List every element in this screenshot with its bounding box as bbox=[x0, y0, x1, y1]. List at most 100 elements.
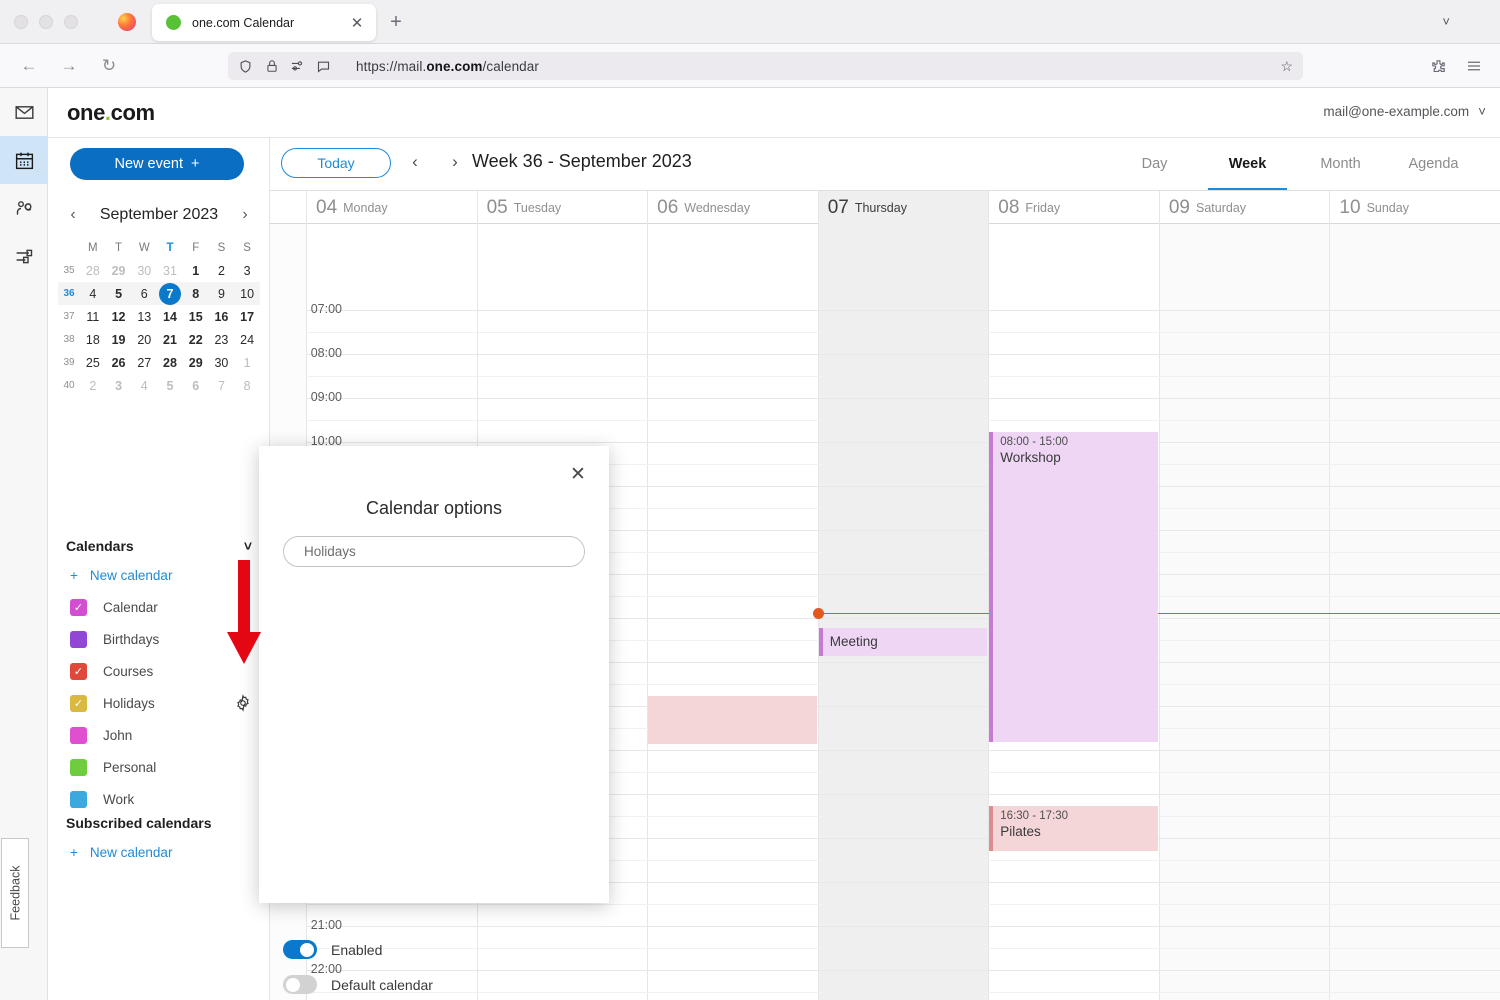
mini-calendar-day[interactable]: 8 bbox=[234, 374, 260, 397]
holidays-settings-gear[interactable] bbox=[234, 694, 252, 717]
mini-calendar-grid[interactable]: MTWTFSS352829303112336456789103711121314… bbox=[58, 236, 260, 397]
mini-calendar-day[interactable]: 9 bbox=[209, 282, 235, 305]
calendar-checkbox-birthdays[interactable] bbox=[70, 631, 87, 648]
day-column-thursday[interactable] bbox=[818, 224, 989, 1000]
mini-calendar-day[interactable]: 26 bbox=[106, 351, 132, 374]
feedback-tab[interactable]: Feedback bbox=[1, 838, 29, 948]
mini-calendar-day[interactable]: 30 bbox=[209, 351, 235, 374]
mini-calendar-day[interactable]: 4 bbox=[80, 282, 106, 305]
contacts-icon[interactable] bbox=[0, 184, 48, 232]
chevron-down-icon[interactable]: ˅ bbox=[1442, 14, 1450, 29]
mini-calendar-day[interactable]: 16 bbox=[209, 305, 235, 328]
reader-view-icon[interactable] bbox=[315, 58, 332, 75]
day-header-tuesday[interactable]: 05Tuesday bbox=[477, 191, 648, 224]
mini-calendar-day[interactable]: 2 bbox=[80, 374, 106, 397]
permissions-icon[interactable] bbox=[289, 58, 306, 75]
mini-calendar-day[interactable]: 4 bbox=[131, 374, 157, 397]
previous-week-icon[interactable]: ‹ bbox=[402, 149, 428, 175]
mini-calendar-day[interactable]: 22 bbox=[183, 328, 209, 351]
calendar-checkbox-holidays[interactable]: ✓ bbox=[70, 695, 87, 712]
calendar-icon[interactable] bbox=[0, 136, 48, 184]
day-header-monday[interactable]: 04Monday bbox=[306, 191, 477, 224]
calendar-checkbox-courses[interactable]: ✓ bbox=[70, 663, 87, 680]
view-tab-agenda[interactable]: Agenda bbox=[1387, 138, 1480, 190]
mini-calendar-day[interactable]: 6 bbox=[131, 282, 157, 305]
default-calendar-toggle[interactable] bbox=[283, 975, 317, 994]
close-icon[interactable]: ✕ bbox=[346, 12, 368, 34]
mini-calendar-day[interactable]: 27 bbox=[131, 351, 157, 374]
calendars-heading-row[interactable]: Calendars ˅ bbox=[48, 533, 270, 559]
address-bar[interactable]: https://mail.one.com/calendar ☆ bbox=[228, 52, 1303, 80]
day-header-saturday[interactable]: 09Saturday bbox=[1159, 191, 1330, 224]
calendar-list-item[interactable]: Personal bbox=[48, 751, 270, 783]
mini-calendar-day[interactable]: 25 bbox=[80, 351, 106, 374]
day-header-sunday[interactable]: 10Sunday bbox=[1329, 191, 1500, 224]
maximize-window-button[interactable] bbox=[64, 15, 78, 29]
calendar-list-item[interactable]: ✓Holidays bbox=[48, 687, 270, 719]
calendar-event[interactable]: 08:00 - 15:00Workshop bbox=[989, 432, 1158, 742]
calendar-name-input[interactable] bbox=[283, 536, 585, 567]
account-menu[interactable]: mail@one-example.com ˅ bbox=[1323, 104, 1486, 119]
puzzle-piece-icon[interactable] bbox=[1424, 52, 1452, 80]
day-header-wednesday[interactable]: 06Wednesday bbox=[647, 191, 818, 224]
view-tab-week[interactable]: Week bbox=[1201, 138, 1294, 190]
day-header-friday[interactable]: 08Friday bbox=[988, 191, 1159, 224]
mini-calendar-day[interactable]: 28 bbox=[80, 259, 106, 282]
mini-calendar-day[interactable]: 7 bbox=[157, 282, 183, 305]
mini-calendar-day[interactable]: 6 bbox=[183, 374, 209, 397]
prev-month-icon[interactable]: ‹ bbox=[62, 206, 84, 224]
close-icon[interactable]: ✕ bbox=[567, 463, 589, 485]
today-button[interactable]: Today bbox=[281, 148, 391, 178]
hamburger-menu-icon[interactable] bbox=[1460, 52, 1488, 80]
mini-calendar-day[interactable]: 24 bbox=[234, 328, 260, 351]
view-tab-day[interactable]: Day bbox=[1108, 138, 1201, 190]
minimize-window-button[interactable] bbox=[39, 15, 53, 29]
mini-calendar-day[interactable]: 8 bbox=[183, 282, 209, 305]
mini-calendar-day[interactable]: 29 bbox=[106, 259, 132, 282]
calendar-event[interactable]: Meeting bbox=[819, 628, 988, 656]
forward-arrow-icon[interactable]: → bbox=[54, 51, 84, 81]
reload-icon[interactable]: ↻ bbox=[94, 51, 124, 81]
settings-icon[interactable] bbox=[0, 232, 48, 280]
default-calendar-toggle-row[interactable]: Default calendar bbox=[283, 975, 433, 994]
mini-calendar-day[interactable]: 15 bbox=[183, 305, 209, 328]
calendar-list-item[interactable]: John bbox=[48, 719, 270, 751]
mini-calendar-day[interactable]: 14 bbox=[157, 305, 183, 328]
new-event-button[interactable]: New event + bbox=[70, 148, 244, 180]
mini-calendar-day[interactable]: 30 bbox=[131, 259, 157, 282]
mini-calendar-day[interactable]: 3 bbox=[234, 259, 260, 282]
calendar-checkbox-calendar[interactable]: ✓ bbox=[70, 599, 87, 616]
day-column-wednesday[interactable] bbox=[647, 224, 818, 1000]
star-icon[interactable]: ☆ bbox=[1280, 58, 1293, 75]
chevron-up-icon[interactable]: ˅ bbox=[244, 538, 252, 554]
mini-calendar-day[interactable]: 7 bbox=[209, 374, 235, 397]
mini-calendar-day[interactable]: 18 bbox=[80, 328, 106, 351]
calendar-checkbox-work[interactable] bbox=[70, 791, 87, 808]
enabled-toggle[interactable] bbox=[283, 940, 317, 959]
mini-calendar-day[interactable]: 1 bbox=[183, 259, 209, 282]
mini-calendar-day[interactable]: 23 bbox=[209, 328, 235, 351]
day-column-sunday[interactable] bbox=[1329, 224, 1500, 1000]
next-month-icon[interactable]: › bbox=[234, 206, 256, 224]
mini-calendar-day[interactable]: 20 bbox=[131, 328, 157, 351]
mini-calendar-day[interactable]: 21 bbox=[157, 328, 183, 351]
calendar-checkbox-personal[interactable] bbox=[70, 759, 87, 776]
mini-calendar-day[interactable]: 1 bbox=[234, 351, 260, 374]
view-tab-month[interactable]: Month bbox=[1294, 138, 1387, 190]
enabled-toggle-row[interactable]: Enabled bbox=[283, 940, 382, 959]
calendar-checkbox-john[interactable] bbox=[70, 727, 87, 744]
calendar-event[interactable]: 16:30 - 17:30Pilates bbox=[989, 806, 1158, 851]
browser-tab[interactable]: one.com Calendar ✕ bbox=[152, 4, 376, 41]
lock-icon[interactable] bbox=[263, 58, 280, 75]
day-header-thursday[interactable]: 07Thursday bbox=[818, 191, 989, 224]
mini-calendar-day[interactable]: 29 bbox=[183, 351, 209, 374]
mini-calendar-day[interactable]: 31 bbox=[157, 259, 183, 282]
mini-calendar-day[interactable]: 5 bbox=[157, 374, 183, 397]
mini-calendar-day[interactable]: 5 bbox=[106, 282, 132, 305]
mini-calendar-day[interactable]: 12 bbox=[106, 305, 132, 328]
mini-calendar-day[interactable]: 3 bbox=[106, 374, 132, 397]
shield-icon[interactable] bbox=[237, 58, 254, 75]
calendar-event[interactable] bbox=[648, 696, 817, 744]
back-arrow-icon[interactable]: ← bbox=[14, 51, 44, 81]
close-window-button[interactable] bbox=[14, 15, 28, 29]
